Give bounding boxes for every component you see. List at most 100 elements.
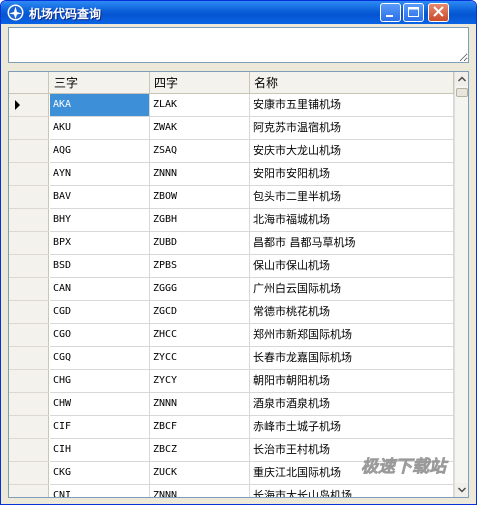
cell-name[interactable]: 常德市桃花机场 [250,301,454,324]
cell-icao[interactable]: ZBCF [150,416,250,439]
cell-icao[interactable]: ZUCK [150,462,250,485]
cell-name[interactable]: 赤峰市土城子机场 [250,416,454,439]
cell-icao[interactable]: ZYCC [150,347,250,370]
cell-icao[interactable]: ZUBD [150,232,250,255]
row-header[interactable] [9,370,49,393]
cell-iata[interactable]: CIH [50,439,150,462]
table-row[interactable]: BAV ZBOW 包头市二里半机场 [9,186,454,209]
cell-name[interactable]: 长春市龙嘉国际机场 [250,347,454,370]
cell-icao[interactable]: ZBCZ [150,439,250,462]
cell-icao[interactable]: ZGCD [150,301,250,324]
table-row[interactable]: CGD ZGCD 常德市桃花机场 [9,301,454,324]
row-header[interactable] [9,94,49,117]
cell-icao[interactable]: ZGGG [150,278,250,301]
row-header[interactable] [9,462,49,485]
table-row[interactable]: AQG ZSAQ 安庆市大龙山机场 [9,140,454,163]
cell-iata[interactable]: CNI [50,485,150,497]
table-row[interactable]: CGO ZHCC 郑州市新郑国际机场 [9,324,454,347]
cell-name[interactable]: 广州白云国际机场 [250,278,454,301]
table-row[interactable]: CNI ZNNN 长海市大长山岛机场 [9,485,454,497]
vertical-scrollbar[interactable] [454,72,468,497]
row-header[interactable] [9,301,49,324]
scroll-up-arrow-icon[interactable] [455,72,469,86]
cell-icao[interactable]: ZLAK [150,94,250,117]
scrollbar-thumb[interactable] [456,88,468,97]
cell-iata[interactable]: AQG [50,140,150,163]
cell-icao[interactable]: ZNNN [150,485,250,497]
cell-name[interactable]: 安康市五里铺机场 [250,94,454,117]
table-row[interactable]: CGQ ZYCC 长春市龙嘉国际机场 [9,347,454,370]
cell-name[interactable]: 郑州市新郑国际机场 [250,324,454,347]
cell-iata[interactable]: CHG [50,370,150,393]
cell-icao[interactable]: ZPBS [150,255,250,278]
row-header[interactable] [9,209,49,232]
cell-icao[interactable]: ZNNN [150,393,250,416]
cell-iata[interactable]: AKA [50,94,150,117]
row-header[interactable] [9,140,49,163]
cell-icao[interactable]: ZSAQ [150,140,250,163]
cell-name[interactable]: 安阳市安阳机场 [250,163,454,186]
cell-icao[interactable]: ZWAK [150,117,250,140]
close-button[interactable] [428,3,449,22]
cell-iata[interactable]: CIF [50,416,150,439]
row-header[interactable] [9,347,49,370]
cell-iata[interactable]: CHW [50,393,150,416]
row-header[interactable] [9,324,49,347]
maximize-button[interactable] [403,3,424,22]
cell-icao[interactable]: ZHCC [150,324,250,347]
search-input[interactable] [8,27,469,63]
airport-code-table[interactable]: 三字 四字 名称 AKA ZLAK 安康市五里铺机场 AKU ZWAK 阿克苏市温宿机场 A… [8,71,469,498]
title-bar[interactable]: 机场代码查询 [1,1,476,24]
maximize-icon [408,7,419,17]
cell-iata[interactable]: CGD [50,301,150,324]
scroll-down-arrow-icon[interactable] [455,483,469,497]
cell-name[interactable]: 包头市二里半机场 [250,186,454,209]
row-header[interactable] [9,416,49,439]
cell-name[interactable]: 长海市大长山岛机场 [250,485,454,497]
table-row[interactable]: CAN ZGGG 广州白云国际机场 [9,278,454,301]
cell-iata[interactable]: BPX [50,232,150,255]
cell-iata[interactable]: BSD [50,255,150,278]
cell-name[interactable]: 酒泉市酒泉机场 [250,393,454,416]
cell-icao[interactable]: ZGBH [150,209,250,232]
cell-iata[interactable]: CGQ [50,347,150,370]
cell-iata[interactable]: AKU [50,117,150,140]
table-row[interactable]: AKU ZWAK 阿克苏市温宿机场 [9,117,454,140]
row-header[interactable] [9,255,49,278]
row-header[interactable] [9,232,49,255]
column-header-iata[interactable]: 三字 [50,72,150,94]
row-header[interactable] [9,393,49,416]
cell-name[interactable]: 阿克苏市温宿机场 [250,117,454,140]
table-row[interactable]: CIF ZBCF 赤峰市土城子机场 [9,416,454,439]
minimize-button[interactable] [380,3,401,22]
row-header[interactable] [9,439,49,462]
row-header[interactable] [9,485,49,497]
row-header[interactable] [9,163,49,186]
cell-iata[interactable]: CAN [50,278,150,301]
table-row[interactable]: BSD ZPBS 保山市保山机场 [9,255,454,278]
table-row[interactable]: AYN ZNNN 安阳市安阳机场 [9,163,454,186]
cell-iata[interactable]: CKG [50,462,150,485]
table-row[interactable]: CHG ZYCY 朝阳市朝阳机场 [9,370,454,393]
row-header[interactable] [9,278,49,301]
cell-name[interactable]: 安庆市大龙山机场 [250,140,454,163]
row-header[interactable] [9,117,49,140]
row-header[interactable] [9,186,49,209]
cell-iata[interactable]: AYN [50,163,150,186]
table-row[interactable]: AKA ZLAK 安康市五里铺机场 [9,94,454,117]
cell-iata[interactable]: CGO [50,324,150,347]
cell-name[interactable]: 北海市福城机场 [250,209,454,232]
cell-name[interactable]: 昌都市 昌都马草机场 [250,232,454,255]
table-row[interactable]: BHY ZGBH 北海市福城机场 [9,209,454,232]
cell-icao[interactable]: ZYCY [150,370,250,393]
table-row[interactable]: BPX ZUBD 昌都市 昌都马草机场 [9,232,454,255]
cell-name[interactable]: 保山市保山机场 [250,255,454,278]
cell-icao[interactable]: ZNNN [150,163,250,186]
cell-name[interactable]: 朝阳市朝阳机场 [250,370,454,393]
column-header-name[interactable]: 名称 [250,72,454,94]
cell-iata[interactable]: BAV [50,186,150,209]
cell-iata[interactable]: BHY [50,209,150,232]
table-row[interactable]: CHW ZNNN 酒泉市酒泉机场 [9,393,454,416]
cell-icao[interactable]: ZBOW [150,186,250,209]
column-header-icao[interactable]: 四字 [150,72,250,94]
